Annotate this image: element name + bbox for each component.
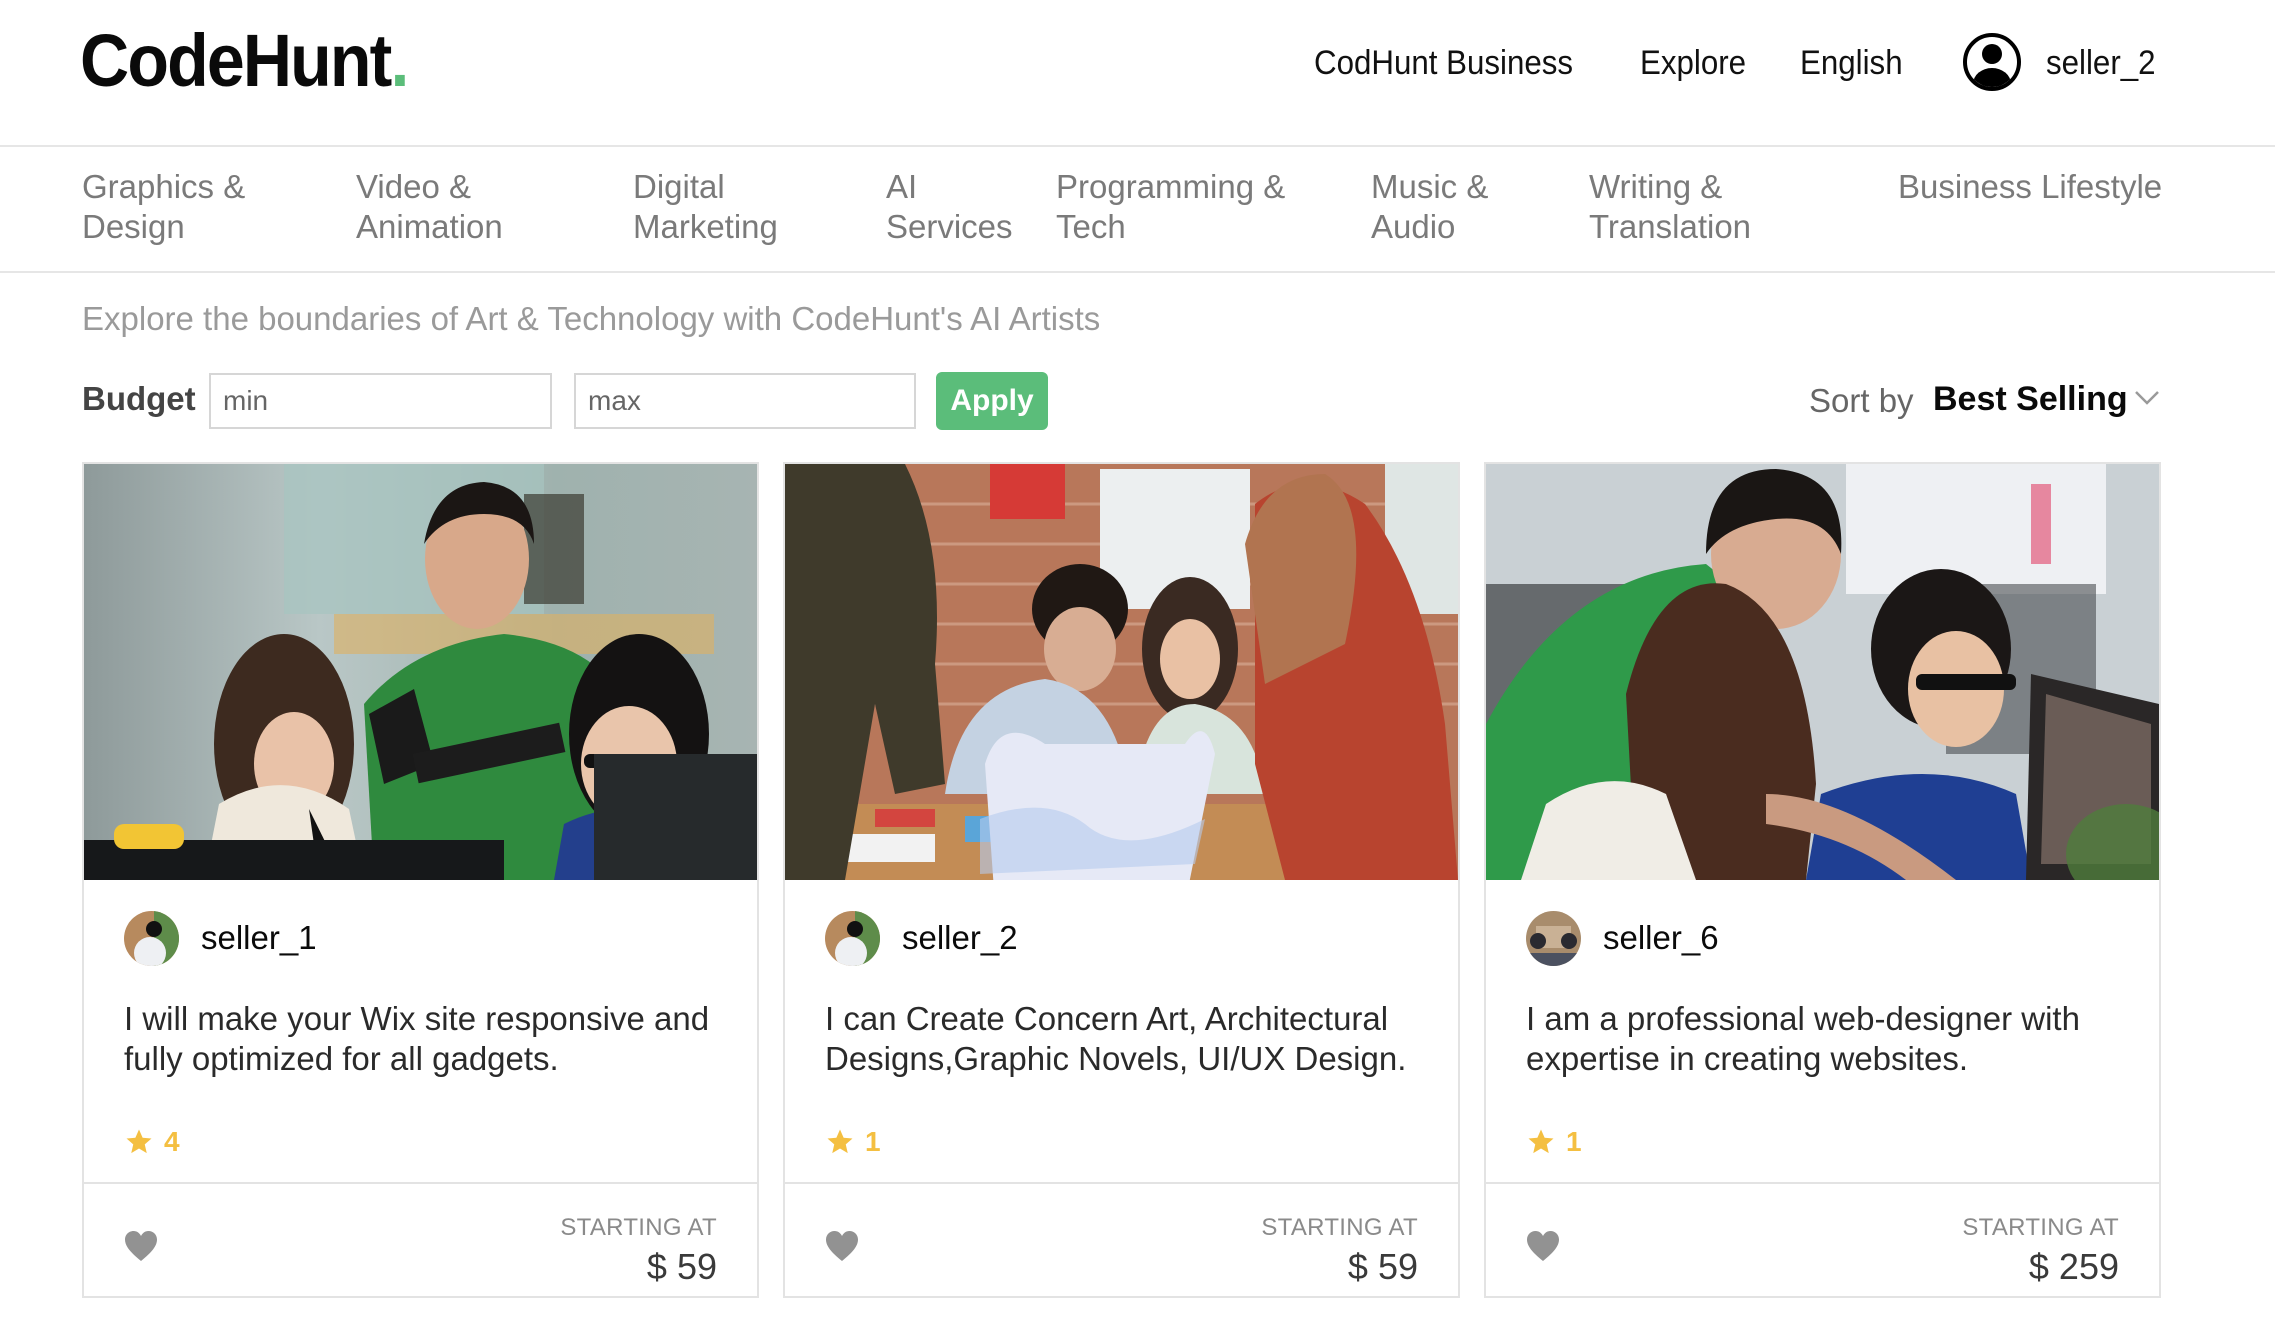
seller-info: seller_6 xyxy=(1526,909,1719,967)
site-header: CodeHunt. CodHunt Business Explore Engli… xyxy=(0,0,2275,147)
chevron-down-icon[interactable] xyxy=(2134,388,2160,408)
seller-info: seller_2 xyxy=(825,909,1018,967)
starting-at-label: STARTING AT xyxy=(1261,1214,1418,1241)
apply-button[interactable]: Apply xyxy=(936,372,1048,430)
rating: 1 xyxy=(1526,1126,1582,1158)
nav-explore[interactable]: Explore xyxy=(1640,38,1746,88)
category-digital-marketing[interactable]: Digital Marketing xyxy=(633,167,778,247)
seller-avatar[interactable] xyxy=(124,910,179,966)
gig-image[interactable] xyxy=(84,464,757,880)
gig-image[interactable] xyxy=(1486,464,2159,880)
page-tagline: Explore the boundaries of Art & Technolo… xyxy=(82,300,1101,337)
star-icon xyxy=(1528,1129,1554,1154)
sort-select[interactable]: Best Selling xyxy=(1933,380,2128,419)
budget-label: Budget xyxy=(82,380,196,417)
gig-photo-office xyxy=(84,464,757,880)
gig-card[interactable]: seller_1 I will make your Wix site respo… xyxy=(82,462,759,1298)
rating: 1 xyxy=(825,1126,881,1158)
sort-label: Sort by xyxy=(1809,382,1914,419)
seller-avatar[interactable] xyxy=(1526,910,1581,966)
category-writing-translation[interactable]: Writing & Translation xyxy=(1589,167,1751,247)
category-music-audio[interactable]: Music & Audio xyxy=(1371,167,1488,247)
card-footer: STARTING AT $ 59 xyxy=(785,1182,1458,1296)
category-ai-services[interactable]: AI Services xyxy=(886,167,1013,247)
nav-username[interactable]: seller_2 xyxy=(2046,38,2156,88)
star-icon xyxy=(827,1129,853,1154)
category-programming-tech[interactable]: Programming & Tech xyxy=(1056,167,1285,247)
gig-card[interactable]: seller_2 I can Create Concern Art, Archi… xyxy=(783,462,1460,1298)
rating: 4 xyxy=(124,1126,180,1158)
heart-icon[interactable] xyxy=(825,1230,859,1262)
category-video-animation[interactable]: Video & Animation xyxy=(356,167,503,247)
rating-value: 1 xyxy=(1566,1126,1582,1157)
seller-name[interactable]: seller_2 xyxy=(902,919,1018,957)
star-icon xyxy=(126,1129,152,1154)
gig-title[interactable]: I will make your Wix site responsive and… xyxy=(124,999,724,1079)
gig-photo-team xyxy=(1486,464,2159,880)
heart-icon[interactable] xyxy=(1526,1230,1560,1262)
seller-name[interactable]: seller_1 xyxy=(201,919,317,957)
price: $ 259 xyxy=(2028,1246,2119,1287)
category-graphics-design[interactable]: Graphics & Design xyxy=(82,167,245,247)
seller-info: seller_1 xyxy=(124,909,317,967)
budget-min-input[interactable] xyxy=(209,373,552,429)
rating-value: 1 xyxy=(865,1126,881,1157)
category-business-lifestyle[interactable]: Business Lifestyle xyxy=(1898,167,2162,207)
gig-image[interactable] xyxy=(785,464,1458,880)
user-circle-icon[interactable] xyxy=(1962,32,2022,92)
gig-card[interactable]: seller_6 I am a professional web-designe… xyxy=(1484,462,2161,1298)
starting-at-label: STARTING AT xyxy=(560,1214,717,1241)
seller-name[interactable]: seller_6 xyxy=(1603,919,1719,957)
gig-title[interactable]: I am a professional web-designer with ex… xyxy=(1526,999,2126,1079)
category-nav: Graphics & Design Video & Animation Digi… xyxy=(0,147,2275,273)
rating-value: 4 xyxy=(164,1126,180,1157)
card-footer: STARTING AT $ 59 xyxy=(84,1182,757,1296)
price: $ 59 xyxy=(1347,1246,1418,1287)
card-footer: STARTING AT $ 259 xyxy=(1486,1182,2159,1296)
starting-at-label: STARTING AT xyxy=(1962,1214,2119,1241)
budget-max-input[interactable] xyxy=(574,373,916,429)
price: $ 59 xyxy=(646,1246,717,1287)
nav-language[interactable]: English xyxy=(1800,38,1903,88)
heart-icon[interactable] xyxy=(124,1230,158,1262)
seller-avatar[interactable] xyxy=(825,910,880,966)
gig-title[interactable]: I can Create Concern Art, Architectural … xyxy=(825,999,1425,1079)
gig-photo-blueprint xyxy=(785,464,1458,880)
top-nav: CodHunt Business Explore English seller_… xyxy=(0,38,2275,88)
nav-codhunt-business[interactable]: CodHunt Business xyxy=(1314,38,1573,88)
